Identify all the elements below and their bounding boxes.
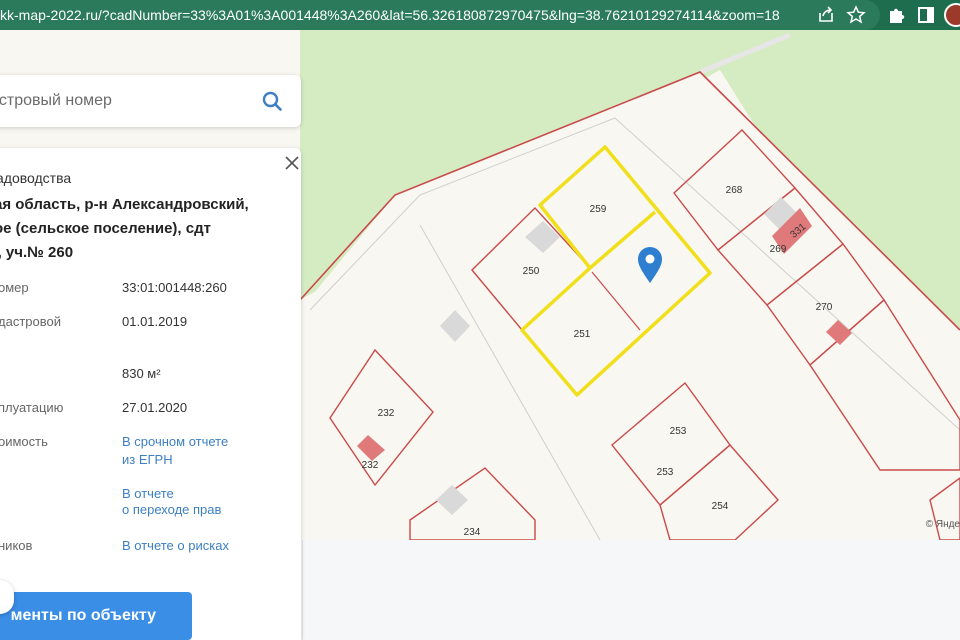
documents-button[interactable]: менты по объекту (0, 592, 192, 640)
side-panel-icon[interactable] (916, 5, 936, 25)
profile-avatar[interactable] (944, 3, 960, 27)
parcel-label: 251 (574, 329, 591, 340)
parcel-label: 268 (726, 185, 743, 196)
risk-report-link[interactable]: В отчете о рисках (122, 538, 229, 553)
parcel-label: 269 (770, 244, 787, 255)
parcel-label: 232 (362, 460, 379, 471)
address-bar[interactable]: kk-map-2022.ru/?cadNumber=33%3A01%3A0014… (0, 0, 880, 30)
egrn-report-link[interactable]: В срочном отчете (122, 434, 228, 449)
transfer-report-link[interactable]: В отчете (122, 486, 174, 501)
transfer-report-link-line2[interactable]: о переходе прав (122, 502, 221, 517)
exploit-value: 27.01.2020 (122, 400, 188, 415)
share-icon[interactable] (816, 5, 836, 25)
object-address-line: ое (сельское поселение), сдт (0, 220, 211, 237)
parcel-label: 270 (816, 302, 833, 313)
cost-label: оимость (0, 434, 48, 449)
search-box (0, 75, 301, 127)
parcel-label: 253 (657, 467, 674, 478)
parcel-label: 254 (712, 501, 729, 512)
object-address-line: ая область, р-н Александровский, (0, 196, 249, 213)
owners-label: ников (0, 538, 33, 553)
parcel-label: 250 (523, 266, 540, 277)
cad-number-value: 33:01:001448:260 (122, 280, 227, 295)
search-icon[interactable] (262, 91, 282, 111)
browser-toolbar: kk-map-2022.ru/?cadNumber=33%3A01%3A0014… (0, 0, 960, 30)
extensions-icon[interactable] (886, 5, 906, 25)
parcel-label: 259 (590, 204, 607, 215)
cad-date-value: 01.01.2019 (122, 314, 188, 329)
area-value: 830 м² (122, 366, 161, 381)
object-category: адоводства (0, 170, 72, 186)
parcel-label: 253 (670, 426, 687, 437)
bookmark-star-icon[interactable] (846, 5, 866, 25)
cad-date-label: дастровой (0, 314, 61, 329)
parcel-label: 234 (464, 527, 481, 538)
close-icon[interactable] (284, 155, 300, 171)
egrn-report-link-line2[interactable]: из ЕГРН (122, 452, 173, 467)
parcel-label: 232 (378, 408, 395, 419)
map-copyright: © Янде (925, 519, 960, 530)
cad-number-label: омер (0, 280, 29, 295)
divider (302, 540, 303, 640)
search-input[interactable] (0, 75, 240, 127)
exploit-label: плуатацию (0, 400, 64, 415)
url-text[interactable]: kk-map-2022.ru/?cadNumber=33%3A01%3A0014… (0, 0, 780, 30)
object-address-line: ', уч.№ 260 (0, 244, 74, 261)
